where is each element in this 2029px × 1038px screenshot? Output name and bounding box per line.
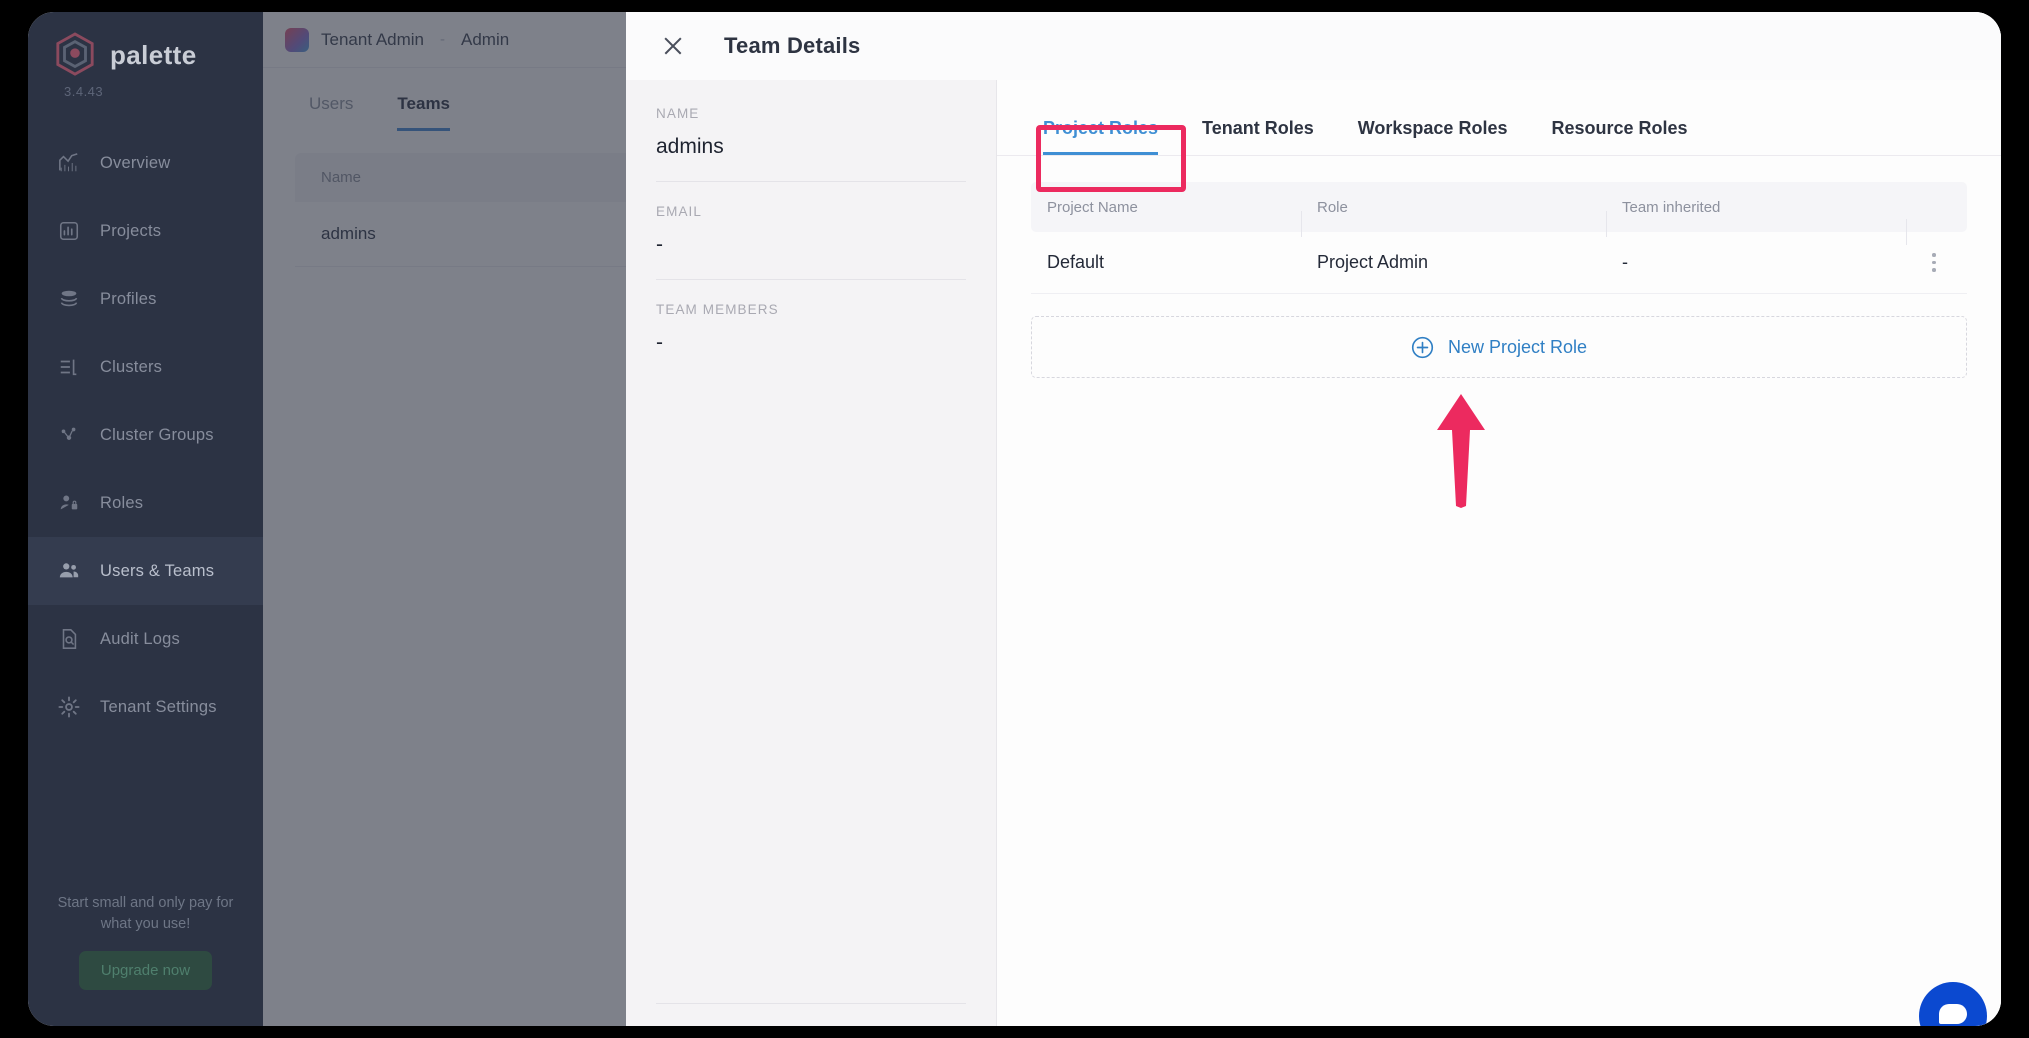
detail-field-value: - (656, 233, 966, 261)
column-header-team-inherited[interactable]: Team inherited (1606, 199, 1906, 216)
sidebar-item-clusters[interactable]: Clusters (28, 333, 263, 401)
close-icon[interactable] (660, 33, 686, 59)
app-frame: palette 3.4.43 Overview Projects Profiles C… (28, 12, 2001, 1026)
cell-project-name: Default (1031, 252, 1301, 273)
sidebar-item-users-teams[interactable]: Users & Teams (28, 537, 263, 605)
sidebar-nav: Overview Projects Profiles Clusters Cluster … (28, 129, 263, 741)
app-version: 3.4.43 (28, 84, 263, 99)
cluster-groups-icon (58, 424, 80, 446)
table-header-row: Project Name Role Team inherited (1031, 182, 1967, 232)
palette-logo-icon (54, 32, 96, 78)
detail-field-label: TEAM MEMBERS (656, 302, 966, 317)
sidebar-item-audit-logs[interactable]: Audit Logs (28, 605, 263, 673)
sidebar-item-label: Clusters (100, 358, 162, 377)
sidebar-item-label: Projects (100, 222, 161, 241)
gear-icon (58, 696, 80, 718)
team-detail-pane: NAME admins EMAIL - TEAM MEMBERS - (626, 80, 997, 1026)
projects-icon (58, 220, 80, 242)
upgrade-promo: Start small and only pay for what you us… (28, 893, 263, 990)
detail-field-label: NAME (656, 106, 966, 121)
project-roles-table: Project Name Role Team inherited Default… (997, 156, 2001, 294)
profiles-stack-icon (58, 288, 80, 310)
new-project-role-label: New Project Role (1448, 337, 1587, 358)
sidebar-item-profiles[interactable]: Profiles (28, 265, 263, 333)
table-row[interactable]: Default Project Admin - (1031, 232, 1967, 294)
detail-field-value: - (656, 331, 966, 359)
chart-overview-icon (58, 152, 80, 174)
detail-field-label: EMAIL (656, 204, 966, 219)
roles-tabs: Project RolesTenant RolesWorkspace Roles… (997, 80, 2001, 156)
sidebar: palette 3.4.43 Overview Projects Profiles C… (28, 12, 263, 1026)
sidebar-item-cluster-groups[interactable]: Cluster Groups (28, 401, 263, 469)
modal-header: Team Details (626, 12, 2001, 80)
sidebar-item-label: Roles (100, 494, 143, 513)
modal-title: Team Details (724, 33, 861, 59)
sidebar-item-label: Profiles (100, 290, 157, 309)
kebab-menu-icon[interactable] (1913, 253, 1939, 272)
cell-role: Project Admin (1301, 252, 1606, 273)
clusters-icon (58, 356, 80, 378)
team-details-modal: Team Details NAMEadminsEMAIL-TEAM MEMBER… (626, 12, 2001, 1026)
sidebar-item-overview[interactable]: Overview (28, 129, 263, 197)
tab-resource-roles[interactable]: Resource Roles (1529, 118, 1709, 155)
sidebar-item-roles[interactable]: Roles (28, 469, 263, 537)
brand-logo[interactable]: palette (28, 12, 263, 76)
detail-field-team-members: TEAM MEMBERS - (656, 280, 966, 377)
plus-circle-icon (1411, 336, 1434, 359)
users-teams-icon (58, 560, 80, 582)
detail-field-email: EMAIL - (656, 182, 966, 280)
tab-project-roles[interactable]: Project Roles (1021, 118, 1180, 155)
tab-workspace-roles[interactable]: Workspace Roles (1336, 118, 1530, 155)
audit-logs-icon (58, 628, 80, 650)
sidebar-item-label: Tenant Settings (100, 698, 217, 717)
modal-body: NAME admins EMAIL - TEAM MEMBERS - Project Ro… (626, 80, 2001, 1026)
sidebar-item-label: Overview (100, 154, 170, 173)
roles-content-pane: Project RolesTenant RolesWorkspace Roles… (997, 80, 2001, 1026)
roles-user-lock-icon (58, 492, 80, 514)
cell-team-inherited: - (1606, 252, 1906, 273)
sidebar-item-tenant-settings[interactable]: Tenant Settings (28, 673, 263, 741)
sidebar-item-projects[interactable]: Projects (28, 197, 263, 265)
sidebar-item-label: Audit Logs (100, 630, 180, 649)
detail-field-value: admins (656, 135, 966, 163)
sidebar-item-label: Cluster Groups (100, 426, 214, 445)
detail-divider (656, 1003, 966, 1004)
upgrade-now-button[interactable]: Upgrade now (79, 951, 212, 990)
detail-field-name: NAME admins (656, 106, 966, 182)
new-project-role-button[interactable]: New Project Role (1031, 316, 1967, 378)
promo-text: Start small and only pay for what you us… (52, 893, 239, 935)
brand-name: palette (110, 40, 197, 71)
sidebar-item-label: Users & Teams (100, 562, 214, 581)
tab-tenant-roles[interactable]: Tenant Roles (1180, 118, 1336, 155)
column-header-project-name[interactable]: Project Name (1031, 199, 1301, 216)
column-header-role[interactable]: Role (1301, 199, 1606, 216)
